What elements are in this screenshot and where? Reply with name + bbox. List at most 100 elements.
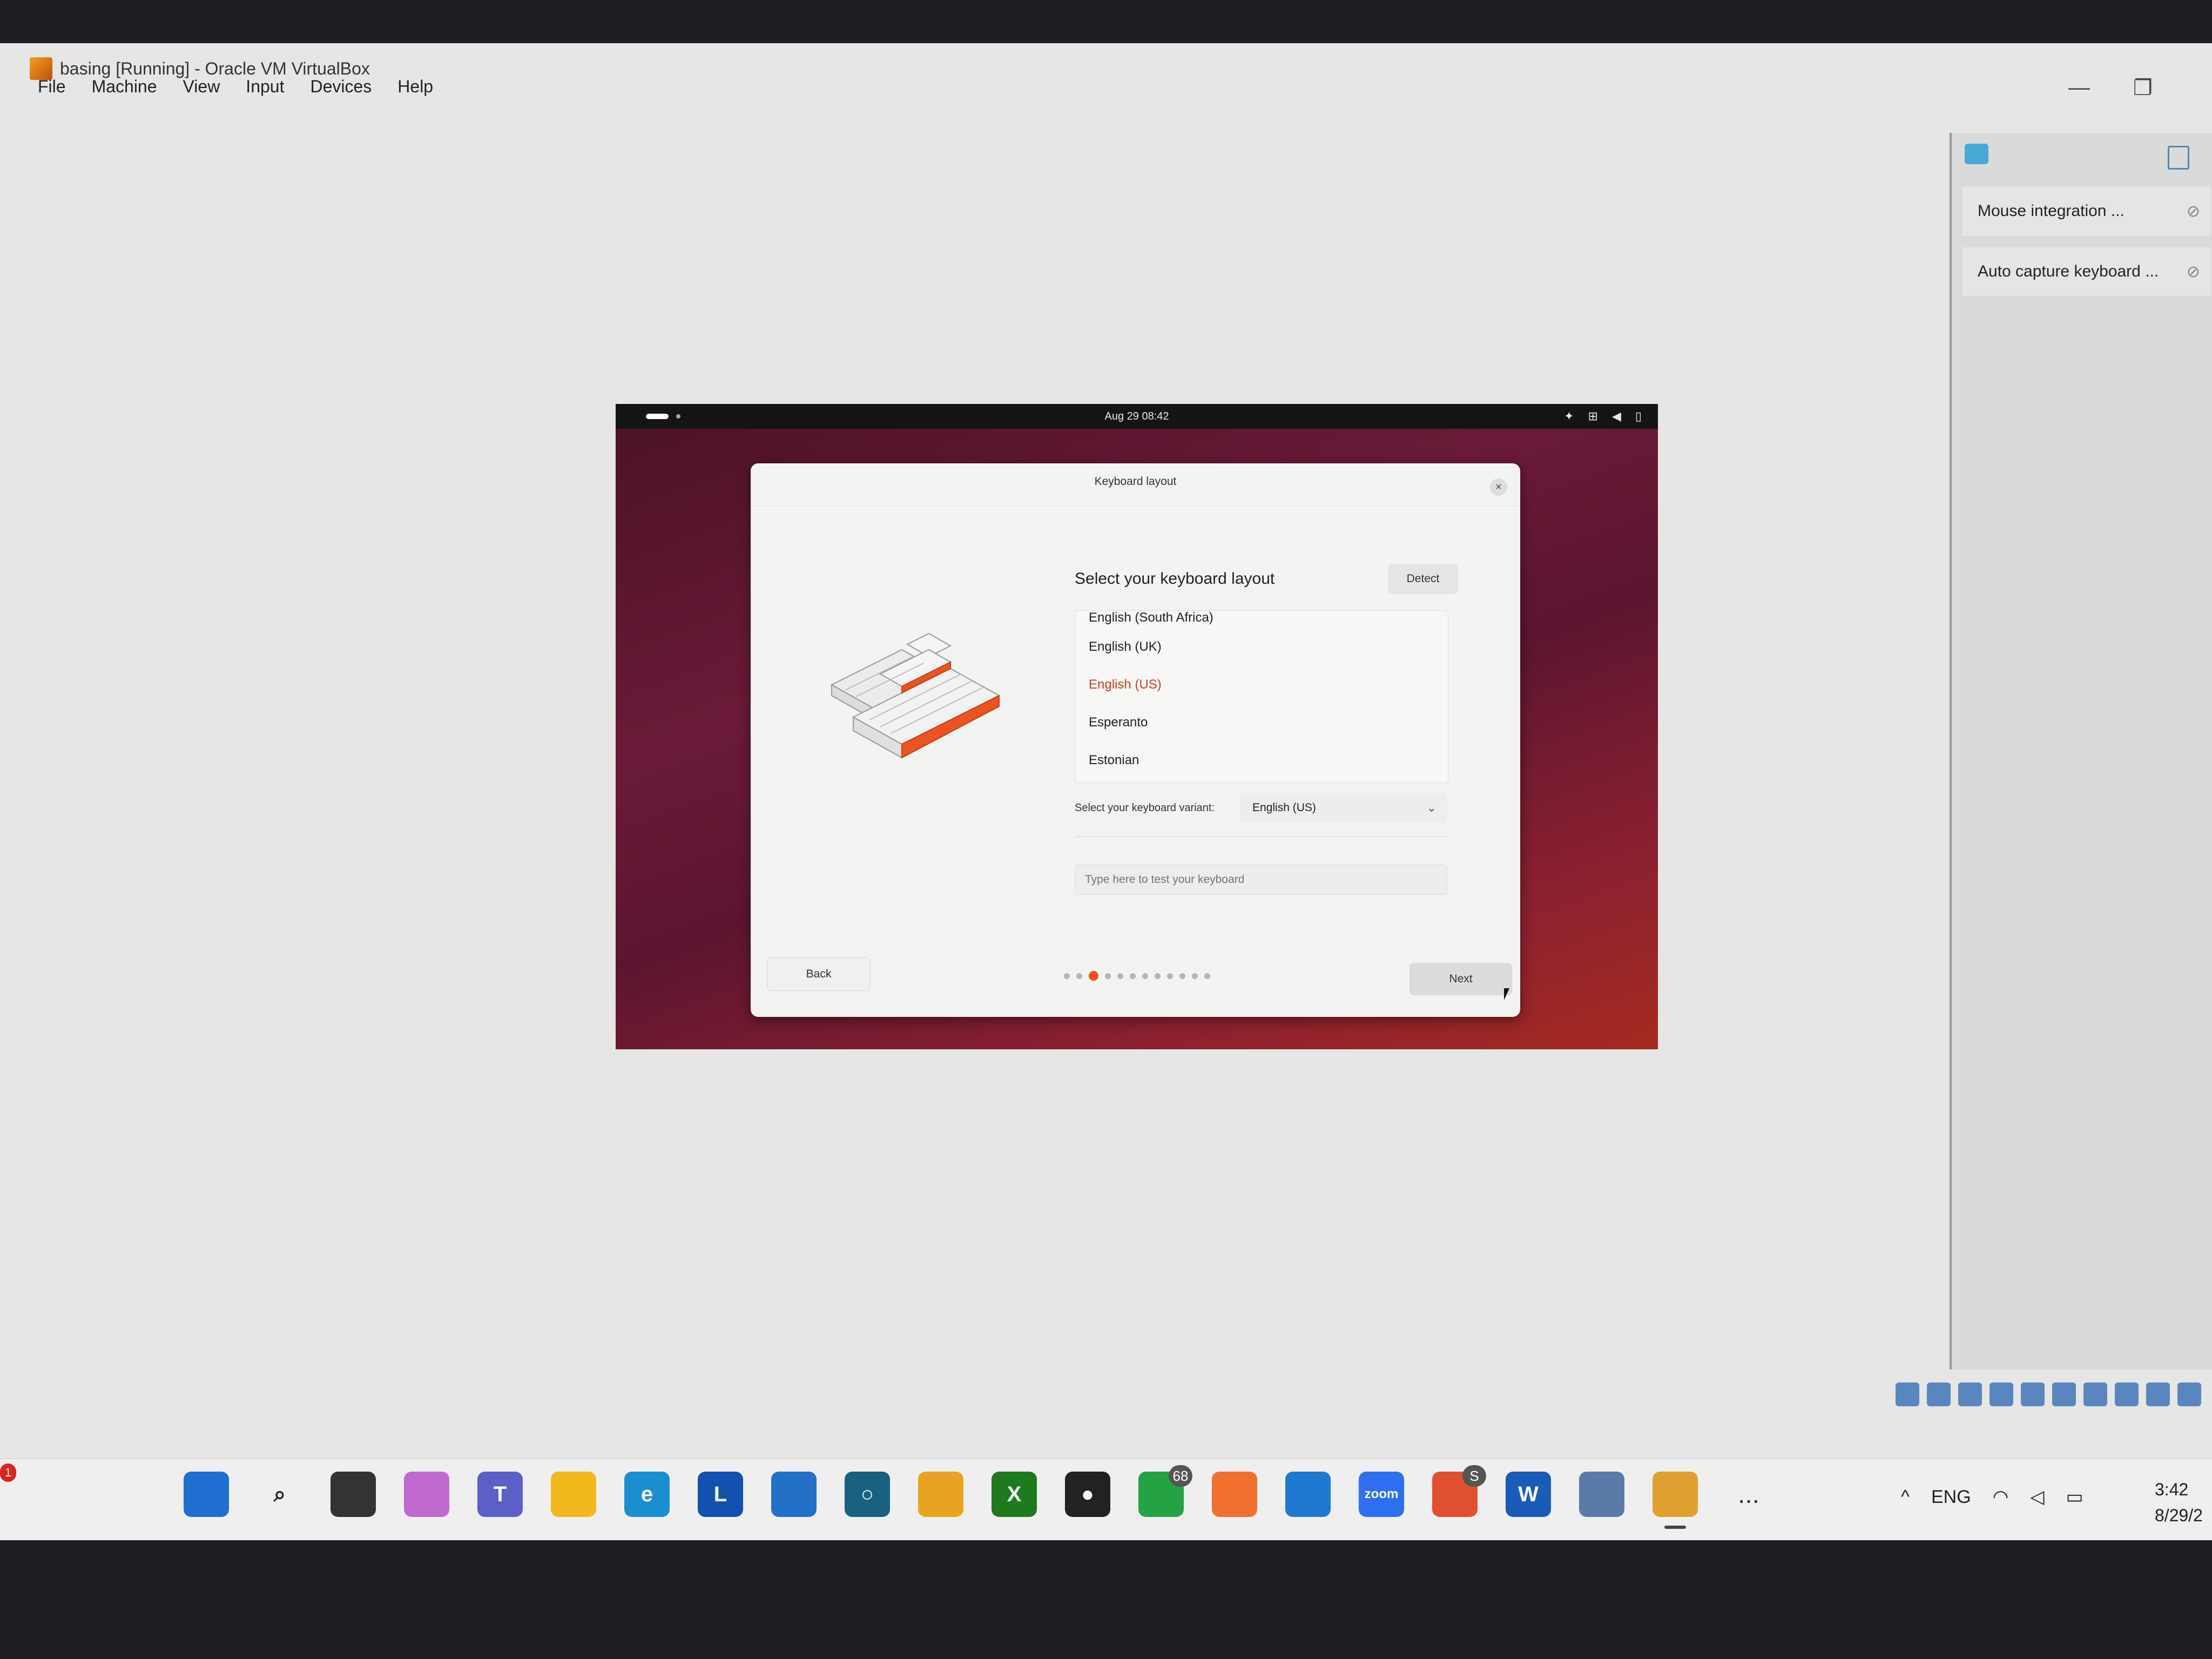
progress-dot (1130, 973, 1136, 979)
task-view-icon[interactable] (331, 1472, 376, 1517)
virtualbox-vm-icon[interactable] (1653, 1472, 1698, 1529)
keyboard-test-input[interactable] (1075, 865, 1447, 895)
language-indicator[interactable]: ENG (1931, 1487, 1971, 1508)
show-hidden-icons-icon[interactable]: ^ (1901, 1487, 1910, 1508)
notification-badge[interactable]: 1 (0, 1464, 16, 1482)
list-item[interactable]: English (South Africa) (1075, 611, 1448, 628)
auto-capture-keyboard-label: Auto capture keyboard ... (1978, 262, 2159, 280)
menu-machine[interactable]: Machine (92, 77, 157, 97)
accessibility-icon[interactable]: ✦ (1564, 409, 1574, 423)
system-tray: ^ ENG ◠ ◁ ▭ (1901, 1486, 2083, 1508)
detect-button[interactable]: Detect (1388, 564, 1458, 594)
usb-icon[interactable] (2021, 1382, 2045, 1406)
variant-label: Select your keyboard variant: (1075, 802, 1215, 814)
obs-glyph: ● (1081, 1482, 1095, 1506)
cortana-icon[interactable]: ○ (845, 1472, 890, 1517)
restore-icon[interactable]: ❐ (2133, 76, 2153, 100)
clock-time: 3:42 (2155, 1480, 2189, 1499)
vscode-icon[interactable] (1285, 1472, 1331, 1517)
disabled-keyboard-icon: ⊘ (2186, 262, 2200, 281)
variant-dropdown[interactable]: English (US) ⌄ (1239, 793, 1447, 823)
keyboard-illustration (830, 632, 1001, 759)
next-button[interactable]: Next (1410, 963, 1512, 995)
audio-icon[interactable] (1958, 1382, 1982, 1406)
mouse-integration-label: Mouse integration ... (1978, 202, 2125, 220)
list-item-selected[interactable]: English (US) (1075, 666, 1448, 704)
speaker-icon[interactable]: ◁ (2030, 1486, 2044, 1508)
progress-dot (1167, 973, 1173, 979)
progress-dot (1179, 973, 1185, 979)
wifi-icon[interactable]: ◠ (1993, 1486, 2009, 1508)
auto-capture-keyboard-item[interactable]: Auto capture keyboard ... ⊘ (1963, 247, 2211, 296)
l-app-icon[interactable]: L (698, 1472, 743, 1517)
back-button[interactable]: Back (767, 957, 871, 991)
file-explorer-icon[interactable] (551, 1472, 596, 1517)
panel-dock-icon[interactable] (2168, 146, 2189, 170)
network-adapter-icon[interactable] (1990, 1382, 2013, 1406)
obs-icon[interactable]: ● (1065, 1472, 1110, 1517)
list-item[interactable]: English (UK) (1075, 628, 1448, 666)
hard-disk-icon[interactable] (1896, 1382, 1919, 1406)
cortana-glyph: ○ (860, 1482, 874, 1506)
network-icon[interactable]: ⊞ (1588, 409, 1598, 423)
xampp-icon[interactable] (1212, 1472, 1257, 1517)
virtualbox-icon[interactable] (1579, 1472, 1624, 1517)
progress-dot (1155, 973, 1161, 979)
xbox-glyph: X (1007, 1482, 1022, 1506)
select-layout-heading: Select your keyboard layout (1075, 570, 1275, 588)
battery-icon[interactable]: ▯ (1635, 409, 1642, 423)
search-glyph: ⌕ (273, 1482, 286, 1506)
cpu-icon[interactable] (2146, 1382, 2170, 1406)
vm-status-tray[interactable]: ✦ ⊞ ◀ ▯ (1564, 409, 1642, 423)
menu-view[interactable]: View (183, 77, 220, 97)
taskbar-apps: ⌕ Te L ○ X ● 68 zoom S W... (184, 1465, 1771, 1529)
search-icon[interactable]: ⌕ (257, 1472, 302, 1517)
menu-bar: File Machine View Input Devices Help (38, 77, 433, 97)
word-glyph: W (1518, 1482, 1539, 1506)
vm-clock[interactable]: Aug 29 08:42 (616, 410, 1658, 423)
recording-icon[interactable] (2115, 1382, 2139, 1406)
progress-dot (1192, 973, 1198, 979)
battery-charging-icon[interactable]: ▭ (2066, 1486, 2083, 1508)
disabled-mouse-icon: ⊘ (2186, 202, 2200, 220)
menu-devices[interactable]: Devices (310, 77, 372, 97)
more-apps-icon[interactable]: ... (1726, 1480, 1771, 1509)
optical-drive-icon[interactable] (1927, 1382, 1951, 1406)
menu-file[interactable]: File (38, 77, 66, 97)
word-icon[interactable]: W (1506, 1472, 1551, 1517)
volume-icon[interactable]: ◀ (1612, 409, 1621, 423)
display-icon[interactable] (2083, 1382, 2107, 1406)
chevron-down-icon: ⌄ (1426, 801, 1437, 814)
progress-indicator (1064, 971, 1210, 981)
vm-display[interactable]: Aug 29 08:42 ✦ ⊞ ◀ ▯ Keyboard layout × S… (616, 404, 1658, 1049)
taskbar-clock[interactable]: 3:42 8/29/2 (2155, 1476, 2203, 1528)
progress-dot (1204, 973, 1210, 979)
progress-dot (1105, 973, 1111, 979)
mouse-integration-item[interactable]: Mouse integration ... ⊘ (1963, 187, 2211, 235)
list-item[interactable]: Esperanto (1075, 704, 1448, 741)
copilot-icon[interactable] (404, 1472, 449, 1517)
chrome-profile-icon[interactable]: S (1432, 1465, 1486, 1517)
teams-icon[interactable]: T (477, 1472, 523, 1517)
list-item[interactable]: Estonian (1075, 741, 1448, 779)
whatsapp-icon[interactable]: 68 (1138, 1465, 1192, 1517)
divider (1075, 836, 1447, 837)
chrome-icon[interactable] (918, 1472, 963, 1517)
menu-input[interactable]: Input (246, 77, 284, 97)
shared-folders-icon[interactable] (2052, 1382, 2076, 1406)
virtualbox-side-panel: Mouse integration ... ⊘ Auto capture key… (1950, 133, 2212, 1370)
xbox-icon[interactable]: X (992, 1472, 1037, 1517)
notification-icon[interactable] (1965, 144, 1988, 164)
menu-help[interactable]: Help (397, 77, 433, 97)
ms-store-icon[interactable] (771, 1472, 817, 1517)
teams-glyph: T (493, 1482, 507, 1506)
close-icon[interactable]: × (1490, 478, 1507, 496)
windows-start-icon[interactable] (184, 1472, 229, 1517)
app-badge: S (1462, 1465, 1486, 1487)
minimize-icon[interactable]: — (2068, 76, 2090, 100)
host-key-icon[interactable] (2177, 1382, 2201, 1406)
zoom-icon[interactable]: zoom (1359, 1472, 1404, 1517)
l-app-glyph: L (713, 1482, 727, 1506)
keyboard-layout-list[interactable]: English (South Africa) English (UK) Engl… (1075, 610, 1448, 783)
edge-icon[interactable]: e (624, 1472, 670, 1517)
